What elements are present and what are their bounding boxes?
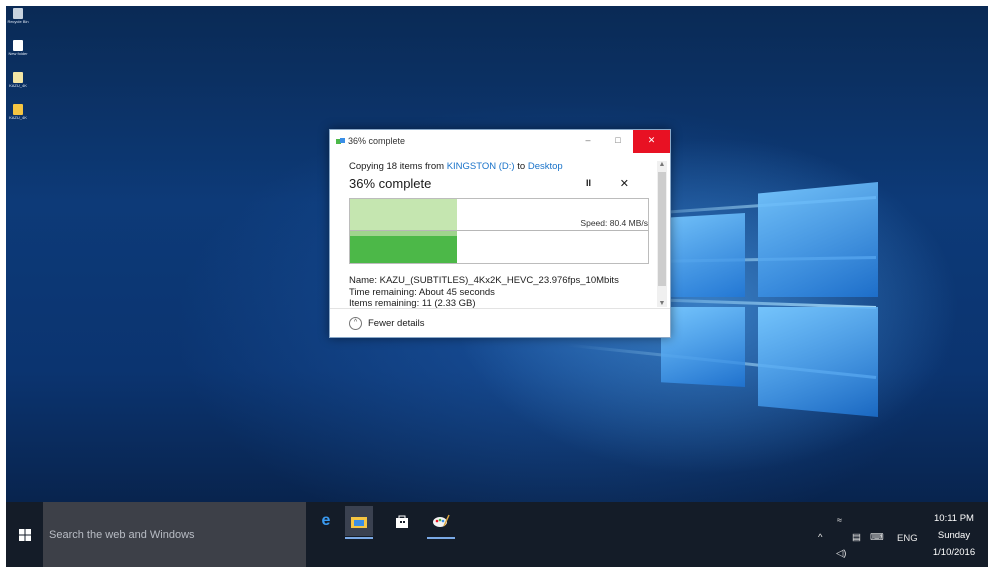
speed-line	[350, 230, 648, 231]
speed-label: Speed: 80.4 MB/s	[580, 218, 648, 228]
speed-area	[350, 236, 458, 263]
dialog-content: Copying 18 items from KINGSTON (D:) to D…	[349, 161, 649, 310]
store-icon	[396, 515, 408, 528]
pause-button[interactable]: II	[586, 178, 591, 188]
transfer-details: Name: KAZU_(SUBTITLES)_4Kx2K_HEVC_23.976…	[349, 275, 649, 310]
volume-icon[interactable]: ◁)	[836, 548, 846, 559]
desktop-icon-file[interactable]: KAZU_4K	[7, 72, 29, 88]
system-clock[interactable]: 10:11 PM Sunday 1/10/2016	[924, 510, 984, 561]
search-placeholder: Search the web and Windows	[49, 528, 195, 541]
file-explorer-icon	[351, 516, 367, 528]
desktop-icon-folder[interactable]: KAZU_4K	[7, 104, 29, 120]
maximize-button[interactable]: □	[603, 130, 633, 153]
taskbar: Search the web and Windows e ≈ ^ ▤ ⌨ ENG…	[6, 502, 988, 567]
running-app-indicator	[427, 537, 455, 539]
dialog-titlebar[interactable]: 36% complete – □ ✕	[330, 130, 670, 153]
logo-pane-bottom-right	[758, 307, 878, 417]
file-icon	[13, 72, 23, 83]
destination-link[interactable]: Desktop	[528, 161, 563, 172]
transfer-speed-graph: Speed: 80.4 MB/s	[349, 198, 649, 264]
document-icon	[13, 40, 23, 51]
scroll-up-icon[interactable]: ▲	[657, 161, 667, 168]
paint-icon	[433, 514, 450, 527]
show-hidden-icons-button[interactable]: ^	[818, 532, 822, 543]
network-icon[interactable]: ≈	[837, 515, 842, 525]
desktop-icon-label: New folder	[8, 51, 28, 56]
edge-button[interactable]: e	[312, 506, 340, 536]
clock-time: 10:11 PM	[934, 513, 974, 524]
keyboard-icon[interactable]: ⌨	[870, 532, 884, 543]
action-center-icon[interactable]: ▤	[852, 532, 861, 543]
close-icon: ✕	[647, 135, 656, 145]
edge-icon: e	[321, 512, 331, 529]
logo-pane-bottom-left	[661, 307, 745, 387]
desktop-icon-label: Recycle Bin	[7, 19, 29, 24]
copy-icon	[336, 138, 345, 144]
language-indicator[interactable]: ENG	[897, 533, 918, 544]
dialog-title: 36% complete	[348, 136, 406, 146]
clock-date: 1/10/2016	[932, 547, 976, 558]
windows-logo-icon	[18, 528, 31, 541]
clock-day: Sunday	[937, 530, 971, 541]
folder-icon	[13, 104, 23, 115]
name-line: Name: KAZU_(SUBTITLES)_4Kx2K_HEVC_23.976…	[349, 275, 619, 286]
start-button[interactable]	[6, 502, 43, 567]
copy-progress-dialog: 36% complete – □ ✕ Copying 18 items from…	[329, 129, 671, 338]
paint-button[interactable]	[427, 506, 455, 536]
scroll-down-icon[interactable]: ▼	[657, 300, 667, 307]
file-explorer-button[interactable]	[345, 506, 373, 536]
logo-pane-top-left	[661, 213, 745, 297]
minimize-button[interactable]: –	[573, 130, 603, 153]
recycle-bin-icon	[13, 8, 23, 19]
store-button[interactable]	[388, 506, 416, 536]
desktop-icon-label: KAZU_4K	[9, 83, 27, 88]
cancel-button[interactable]: ✕	[620, 177, 629, 190]
percent-text: 36% complete	[349, 176, 432, 191]
desktop-screen: Recycle Bin New folder KAZU_4K KAZU_4K 3…	[6, 6, 988, 567]
logo-pane-top-right	[758, 182, 878, 297]
fewer-details-label: Fewer details	[368, 318, 425, 329]
chevron-up-icon: ^	[349, 317, 362, 330]
copy-prefix: Copying 18 items from	[349, 161, 445, 172]
scrollbar-thumb[interactable]	[658, 172, 666, 286]
search-box[interactable]: Search the web and Windows	[43, 502, 306, 567]
copy-summary: Copying 18 items from KINGSTON (D:) to D…	[349, 161, 649, 172]
copy-to: to	[517, 161, 526, 172]
divider	[330, 308, 670, 309]
source-link[interactable]: KINGSTON (D:)	[447, 161, 515, 172]
close-button[interactable]: ✕	[633, 130, 670, 153]
desktop-icon-new-folder[interactable]: New folder	[7, 40, 29, 56]
active-app-indicator	[345, 537, 373, 539]
desktop-icon-label: KAZU_4K	[9, 115, 27, 120]
progress-heading: 36% complete II ✕	[349, 176, 649, 194]
dialog-scrollbar[interactable]: ▲ ▼	[657, 161, 667, 307]
fewer-details-button[interactable]: ^ Fewer details	[349, 317, 425, 330]
time-remaining-line: Time remaining: About 45 seconds	[349, 286, 495, 298]
desktop-icon-recycle-bin[interactable]: Recycle Bin	[7, 8, 29, 24]
